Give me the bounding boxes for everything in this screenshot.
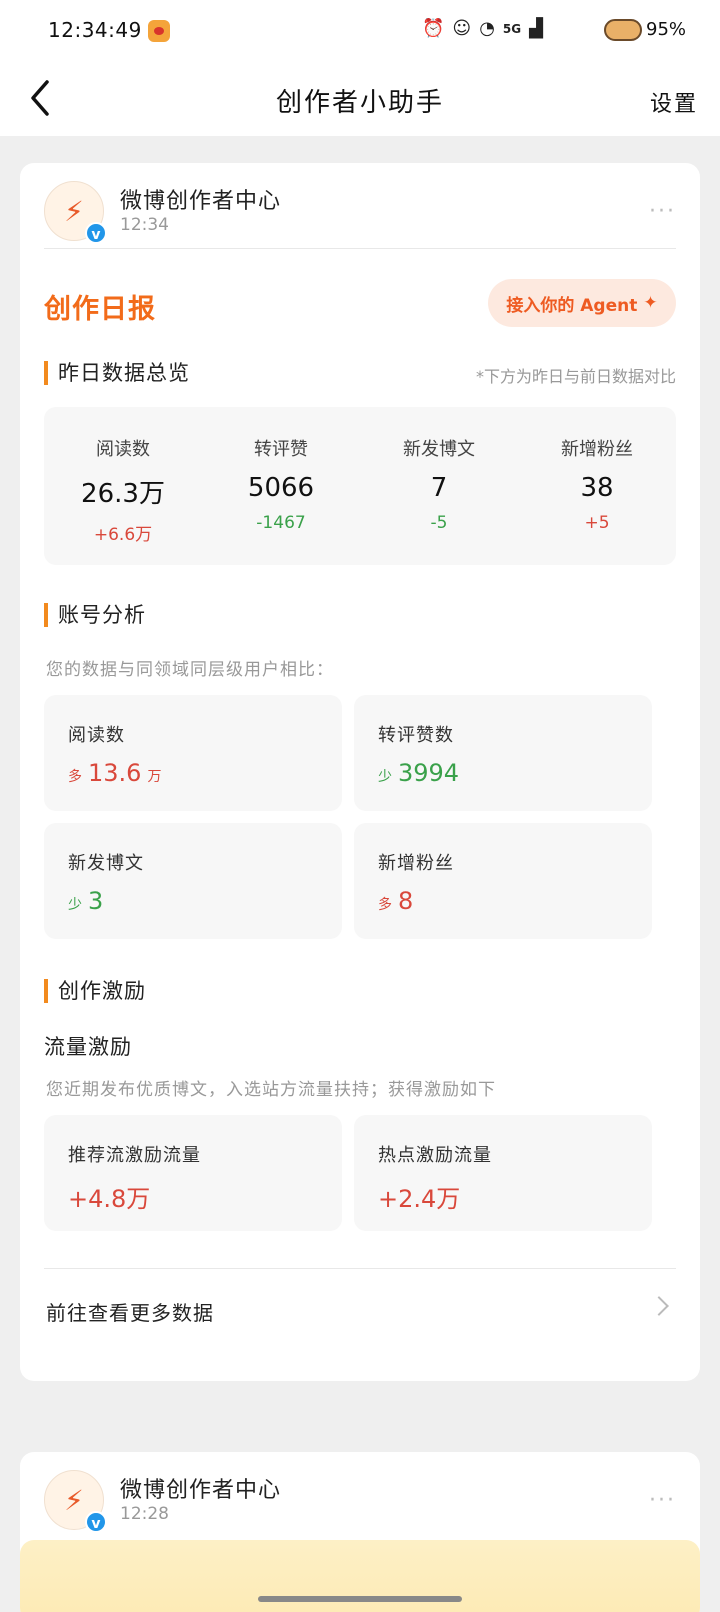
analysis-tile-engagement: 转评赞数 少 3994 [354, 695, 652, 811]
wifi-icon: ◔ [479, 18, 495, 39]
view-more-label: 前往查看更多数据 [46, 1301, 214, 1325]
battery-percent: 95% [646, 19, 687, 40]
page-title: 创作者小助手 [275, 88, 444, 118]
tile-value: 多 13.6 万 [68, 759, 161, 787]
analysis-tile-new-posts: 新发博文 少 3 [44, 823, 342, 939]
more-options-icon[interactable]: ··· [649, 1488, 676, 1513]
stat-reads: 阅读数 26.3万 +6.6万 [44, 407, 202, 565]
divider [44, 248, 676, 249]
message-card: ⚡ v 微博创作者中心 12:28 ··· [20, 1452, 700, 1612]
alarm-icon: ⏰ [422, 18, 445, 39]
analysis-subtitle: 您的数据与同领域同层级用户相比： [46, 660, 334, 680]
stat-value: 26.3万 [81, 479, 165, 509]
weibo-notification-icon [148, 20, 170, 42]
status-icons: ⏰ ☺ ◔ 5G ▟ [422, 18, 543, 39]
tile-label: 转评赞数 [378, 725, 454, 746]
stat-engagement: 转评赞 5066 -1467 [202, 407, 360, 565]
tile-label: 热点激励流量 [378, 1145, 492, 1166]
stat-value: 38 [580, 473, 614, 503]
incentive-section-title: 创作激励 [44, 979, 146, 1003]
connect-agent-label: 接入你的 Agent [506, 295, 638, 316]
tile-label: 新发博文 [68, 853, 144, 874]
incentive-subtitle: 您近期发布优质博文，入选站方流量扶持；获得激励如下 [46, 1080, 496, 1100]
tile-label: 新增粉丝 [378, 853, 454, 874]
analysis-tile-new-fans: 新增粉丝 多 8 [354, 823, 652, 939]
sender-name: 微博创作者中心 [120, 189, 282, 214]
tile-prefix: 多 [378, 897, 392, 913]
tile-label: 推荐流激励流量 [68, 1145, 201, 1166]
verified-badge-icon: v [85, 222, 107, 244]
lightbulb-icon: ⚡ [64, 1483, 84, 1517]
stat-value: 7 [430, 473, 448, 503]
tile-prefix: 多 [68, 769, 82, 785]
overview-note: *下方为昨日与前日数据对比 [475, 367, 676, 386]
tile-value: 多 8 [378, 887, 413, 915]
tile-number: +2.4万 [378, 1185, 461, 1213]
settings-button[interactable]: 设置 [650, 86, 698, 118]
stat-new-posts: 新发博文 7 -5 [360, 407, 518, 565]
message-header: ⚡ v 微博创作者中心 12:34 ··· [44, 181, 676, 253]
stat-new-fans: 新增粉丝 38 +5 [518, 407, 676, 565]
verified-badge-icon: v [85, 1511, 107, 1533]
tile-label: 阅读数 [68, 725, 125, 746]
app-notification-icon: ☺ [452, 18, 472, 39]
tile-number: 3 [88, 887, 104, 915]
avatar[interactable]: ⚡ v [44, 181, 107, 244]
message-time: 12:34 [120, 215, 169, 235]
network-type: 5G [502, 21, 522, 36]
overview-stats: 阅读数 26.3万 +6.6万 转评赞 5066 -1467 新发博文 7 -5… [44, 407, 676, 565]
tile-number: +4.8万 [68, 1185, 151, 1213]
sender-name: 微博创作者中心 [120, 1478, 282, 1503]
avatar[interactable]: ⚡ v [44, 1470, 107, 1533]
tile-value: +2.4万 [378, 1179, 460, 1214]
tile-value: 少 3 [68, 887, 103, 915]
sparkle-icon: ✦ [643, 293, 658, 313]
daily-report-title: 创作日报 [44, 294, 156, 325]
tile-number: 13.6 [88, 759, 142, 787]
stat-value: 5066 [247, 473, 315, 503]
more-options-icon[interactable]: ··· [649, 199, 676, 224]
stat-delta: +5 [584, 513, 610, 533]
tile-prefix: 少 [68, 897, 82, 913]
flow-incentive-title: 流量激励 [44, 1035, 132, 1059]
lightbulb-icon: ⚡ [64, 194, 84, 228]
home-indicator[interactable] [258, 1596, 462, 1602]
analysis-tile-reads: 阅读数 多 13.6 万 [44, 695, 342, 811]
tile-number: 8 [398, 887, 414, 915]
status-time: 12:34:49 [48, 18, 142, 42]
incentive-tile-hot: 热点激励流量 +2.4万 [354, 1115, 652, 1231]
connect-agent-button[interactable]: 接入你的 Agent ✦ [488, 279, 676, 327]
tile-value: 少 3994 [378, 759, 459, 787]
navigation-bar: 创作者小助手 设置 [0, 62, 720, 136]
signal-icon: ▟ [529, 18, 543, 39]
incentive-tile-recommend: 推荐流激励流量 +4.8万 [44, 1115, 342, 1231]
stat-label: 转评赞 [254, 439, 308, 460]
stat-label: 新增粉丝 [561, 439, 633, 460]
stat-delta: +6.6万 [93, 525, 153, 545]
daily-report-card: ⚡ v 微博创作者中心 12:34 ··· 创作日报 接入你的 Agent ✦ … [20, 163, 700, 1381]
battery-icon [604, 19, 642, 41]
overview-section-title: 昨日数据总览 [44, 361, 190, 385]
analysis-section-title: 账号分析 [44, 603, 146, 627]
stat-label: 新发博文 [403, 439, 475, 460]
view-more-data-link[interactable]: 前往查看更多数据 [44, 1269, 676, 1349]
stat-delta: -1467 [256, 513, 306, 533]
message-header: ⚡ v 微博创作者中心 12:28 ··· [44, 1470, 676, 1542]
stat-delta: -5 [430, 513, 448, 533]
stat-label: 阅读数 [96, 439, 150, 460]
tile-number: 3994 [398, 759, 460, 787]
message-time: 12:28 [120, 1504, 169, 1524]
status-bar: 12:34:49 ⏰ ☺ ◔ 5G ▟ 95% [0, 0, 720, 62]
tile-unit: 万 [147, 769, 162, 785]
tile-value: +4.8万 [68, 1179, 150, 1214]
tile-prefix: 少 [378, 769, 392, 785]
chevron-right-icon [649, 1296, 669, 1316]
